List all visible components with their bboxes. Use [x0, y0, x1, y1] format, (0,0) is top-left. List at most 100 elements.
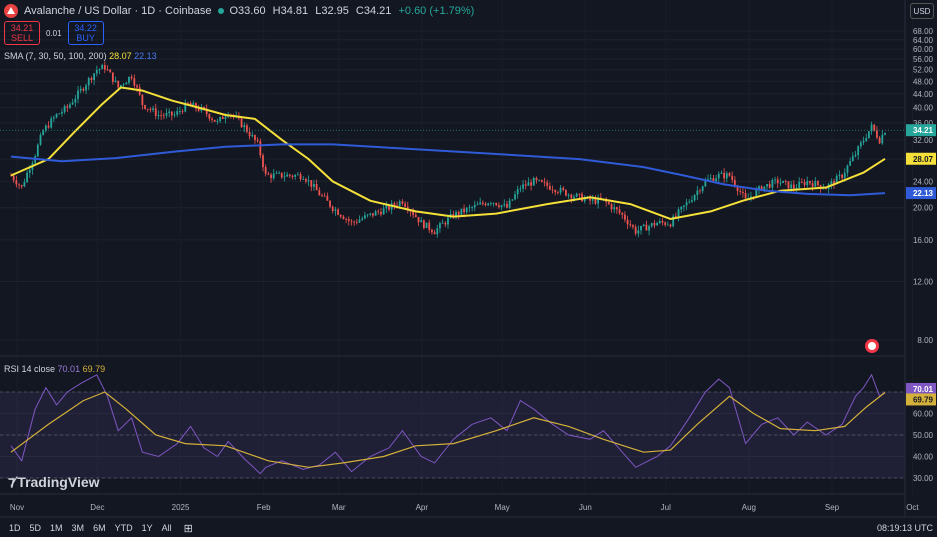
candle-body	[792, 184, 795, 189]
currency-button[interactable]: USD	[910, 3, 934, 19]
candle-body	[363, 215, 366, 219]
candle-body	[476, 204, 479, 206]
candle-body	[178, 110, 181, 112]
price-tick-label: 60.00	[913, 45, 934, 54]
candle-body	[221, 116, 224, 119]
candle-body	[492, 202, 495, 204]
candle-body	[417, 216, 420, 223]
candle-body	[326, 196, 329, 201]
candle-body	[414, 214, 417, 217]
sell-button[interactable]: 34.21 SELL	[4, 21, 40, 45]
candle-body	[318, 190, 321, 196]
candle-body	[645, 224, 648, 231]
timeframe-1y[interactable]: 1Y	[142, 523, 153, 533]
candle-body	[114, 80, 117, 82]
candle-body	[267, 173, 270, 175]
rsi-ma-tag: 69.79	[906, 393, 936, 406]
candle-body	[873, 124, 876, 131]
symbol-title[interactable]: Avalanche / US Dollar · 1D · Coinbase	[24, 5, 212, 17]
candle-body	[511, 199, 514, 201]
candle-body	[447, 217, 449, 225]
candle-body	[540, 180, 543, 182]
candle-body	[787, 181, 790, 189]
candle-body	[615, 207, 618, 210]
candle-body	[473, 204, 476, 208]
rsi-tick-label: 60.00	[913, 410, 934, 419]
buy-button[interactable]: 34.22 BUY	[67, 21, 104, 45]
candle-body	[144, 105, 146, 109]
sma-slow-tag-text: 22.13	[913, 189, 934, 198]
candle-body	[495, 202, 498, 206]
calendar-icon[interactable]: ⊞	[184, 522, 193, 535]
timeframe-1d[interactable]: 1D	[9, 523, 21, 533]
change-value: +0.60 (+1.79%)	[398, 5, 475, 17]
candle-body	[428, 222, 431, 230]
candle-body	[857, 146, 860, 155]
candle-body	[884, 133, 886, 135]
candle-body	[479, 202, 482, 205]
time-tick-label: Feb	[257, 503, 271, 512]
candle-body	[283, 176, 286, 178]
candle-body	[784, 180, 787, 182]
candle-body	[766, 184, 768, 187]
candle-body	[305, 179, 307, 182]
candle-body	[109, 69, 112, 73]
candle-body	[685, 202, 688, 206]
candle-body	[262, 155, 264, 168]
timeframe-ytd[interactable]: YTD	[115, 523, 133, 533]
candle-body	[401, 201, 404, 204]
candle-body	[728, 173, 731, 176]
candle-body	[398, 201, 401, 206]
candle-body	[288, 174, 291, 176]
candle-body	[154, 108, 157, 116]
timeframe-3m[interactable]: 3M	[72, 523, 85, 533]
candle-body	[412, 211, 415, 215]
chart-canvas[interactable]: 68.0064.0060.0056.0052.0048.0044.0040.00…	[0, 0, 937, 537]
timeframe-6m[interactable]: 6M	[93, 523, 106, 533]
candle-body	[817, 181, 819, 186]
candle-body	[337, 209, 339, 215]
candle-body	[382, 208, 385, 215]
candle-body	[562, 187, 565, 190]
candle-body	[527, 182, 530, 186]
candle-body	[881, 134, 884, 144]
price-tick-label: 68.00	[913, 27, 934, 36]
candle-body	[136, 85, 138, 88]
candle-body	[55, 113, 58, 118]
candle-body	[36, 144, 39, 157]
candle-body	[798, 182, 801, 189]
candle-body	[331, 206, 334, 211]
timeframe-5d[interactable]: 5D	[30, 523, 42, 533]
candle-body	[90, 78, 93, 80]
candle-body	[58, 113, 61, 115]
timeframe-all[interactable]: All	[162, 523, 172, 533]
candle-body	[532, 177, 535, 186]
candle-body	[168, 111, 171, 113]
candle-body	[543, 181, 546, 183]
candle-body	[216, 121, 219, 122]
candle-body	[98, 69, 101, 71]
candle-body	[554, 190, 557, 193]
flag-icon[interactable]	[865, 339, 879, 353]
timeframe-1m[interactable]: 1M	[50, 523, 63, 533]
candle-body	[420, 220, 423, 223]
candle-body	[160, 115, 163, 116]
candle-body	[350, 220, 353, 222]
utc-clock[interactable]: 08:19:13 UTC	[877, 523, 933, 533]
last-price-tag-text: 34.21	[913, 126, 934, 135]
sma-legend[interactable]: SMA (7, 30, 50, 100, 200) 28.07 22.13	[4, 51, 157, 61]
candle-body	[157, 115, 160, 116]
candle-body	[82, 88, 85, 91]
candle-body	[275, 172, 278, 174]
candle-body	[181, 110, 184, 112]
candle-body	[366, 214, 369, 216]
candle-body	[42, 130, 45, 135]
rsi-legend[interactable]: RSI 14 close 70.01 69.79	[4, 364, 105, 374]
candle-body	[18, 184, 20, 186]
candle-body	[551, 189, 554, 191]
sma-legend-label: SMA (7, 30, 50, 100, 200)	[4, 51, 107, 61]
price-tick-label: 40.00	[913, 104, 934, 113]
candle-body	[128, 76, 130, 83]
price-tick-label: 16.00	[913, 236, 934, 245]
candle-body	[688, 201, 691, 203]
